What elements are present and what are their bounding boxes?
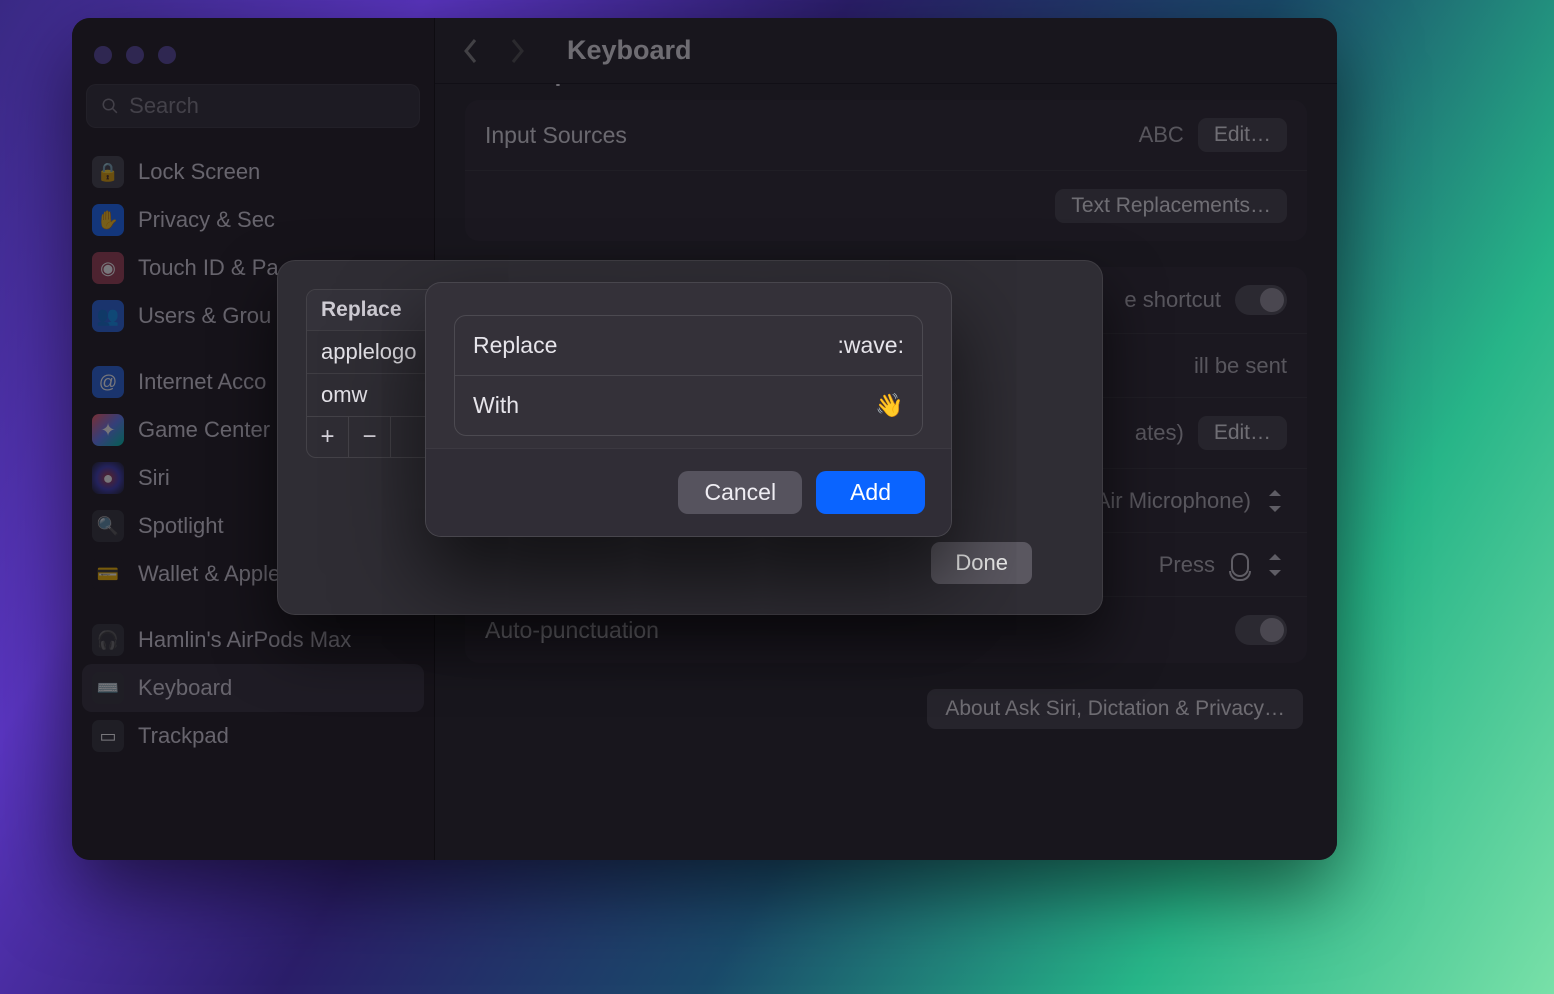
hand-icon: ✋	[92, 204, 124, 236]
add-replacement-dialog: Replace :wave: With 👋 Cancel Add	[425, 282, 952, 537]
cancel-button[interactable]: Cancel	[678, 471, 802, 514]
partial-text: e shortcut	[1124, 287, 1221, 313]
spotlight-icon: 🔍	[92, 510, 124, 542]
titlebar: Keyboard	[435, 18, 1337, 84]
sidebar-item-label: Hamlin's AirPods Max	[138, 627, 351, 653]
sidebar-item-label: Siri	[138, 465, 170, 491]
replace-field-value[interactable]: :wave:	[838, 332, 904, 359]
input-sources-edit-button[interactable]: Edit…	[1198, 118, 1287, 152]
back-button[interactable]	[457, 37, 485, 65]
microphone-icon	[1231, 553, 1249, 577]
sidebar-item-privacy[interactable]: ✋ Privacy & Sec	[82, 196, 424, 244]
page-title: Keyboard	[567, 35, 692, 66]
replace-field-label: Replace	[473, 332, 557, 359]
users-icon: 👥	[92, 300, 124, 332]
sidebar-item-keyboard[interactable]: ⌨️ Keyboard	[82, 664, 424, 712]
search-field[interactable]	[86, 84, 420, 128]
auto-punctuation-toggle[interactable]	[1235, 615, 1287, 645]
game-center-icon: ✦	[92, 414, 124, 446]
lock-icon: 🔒	[92, 156, 124, 188]
with-field-value[interactable]: 👋	[875, 392, 904, 419]
shortcut-value: Press	[1159, 552, 1215, 578]
search-input[interactable]	[129, 93, 405, 119]
with-field[interactable]: With 👋	[455, 376, 922, 435]
add-replacement-button[interactable]: +	[307, 417, 349, 457]
partial-text: ates)	[1135, 420, 1184, 446]
auto-punctuation-label: Auto-punctuation	[485, 617, 659, 644]
sidebar-item-label: Touch ID & Pa	[138, 255, 279, 281]
sidebar-item-label: Game Center	[138, 417, 270, 443]
text-replacements-button[interactable]: Text Replacements…	[1055, 189, 1287, 223]
partial-text: ill be sent	[1194, 353, 1287, 379]
sheet-done-button[interactable]: Done	[931, 542, 1032, 584]
forward-button[interactable]	[503, 37, 531, 65]
field-group: Replace :wave: With 👋	[454, 315, 923, 436]
section-header-text-input: Text Input	[479, 84, 1307, 88]
add-button[interactable]: Add	[816, 471, 925, 514]
at-icon: @	[92, 366, 124, 398]
sidebar-item-lock-screen[interactable]: 🔒 Lock Screen	[82, 148, 424, 196]
search-icon	[101, 96, 119, 116]
sidebar-item-label: Internet Acco	[138, 369, 266, 395]
sidebar-item-label: Users & Grou	[138, 303, 271, 329]
trackpad-icon: ▭	[92, 720, 124, 752]
fingerprint-icon: ◉	[92, 252, 124, 284]
dialog-footer: Cancel Add	[426, 448, 951, 536]
zoom-window-button[interactable]	[158, 46, 176, 64]
sidebar-item-label: Privacy & Sec	[138, 207, 275, 233]
popup-chevrons-icon	[1265, 488, 1287, 514]
close-window-button[interactable]	[94, 46, 112, 64]
popup-chevrons-icon	[1265, 552, 1287, 578]
headphones-icon: 🎧	[92, 624, 124, 656]
siri-icon: ●	[92, 462, 124, 494]
minimize-window-button[interactable]	[126, 46, 144, 64]
wallet-icon: 💳	[92, 558, 124, 590]
language-edit-button[interactable]: Edit…	[1198, 416, 1287, 450]
input-sources-label: Input Sources	[485, 122, 627, 149]
text-input-panel: Input Sources ABC Edit… Text Replacement…	[465, 100, 1307, 241]
input-sources-value: ABC	[1139, 122, 1184, 148]
about-dictation-privacy-button[interactable]: About Ask Siri, Dictation & Privacy…	[927, 689, 1303, 729]
sidebar-item-label: Trackpad	[138, 723, 229, 749]
dictation-toggle[interactable]	[1235, 285, 1287, 315]
sidebar-item-label: Lock Screen	[138, 159, 260, 185]
sidebar-item-label: Spotlight	[138, 513, 224, 539]
text-replacements-row: Text Replacements…	[465, 171, 1307, 241]
remove-replacement-button[interactable]: −	[349, 417, 391, 457]
sidebar-item-airpods[interactable]: 🎧 Hamlin's AirPods Max	[82, 616, 424, 664]
sidebar-item-label: Keyboard	[138, 675, 232, 701]
input-sources-row: Input Sources ABC Edit…	[465, 100, 1307, 171]
with-field-label: With	[473, 392, 519, 419]
replace-field[interactable]: Replace :wave:	[455, 316, 922, 376]
keyboard-icon: ⌨️	[92, 672, 124, 704]
sidebar-item-trackpad[interactable]: ▭ Trackpad	[82, 712, 424, 760]
window-controls	[72, 32, 434, 84]
